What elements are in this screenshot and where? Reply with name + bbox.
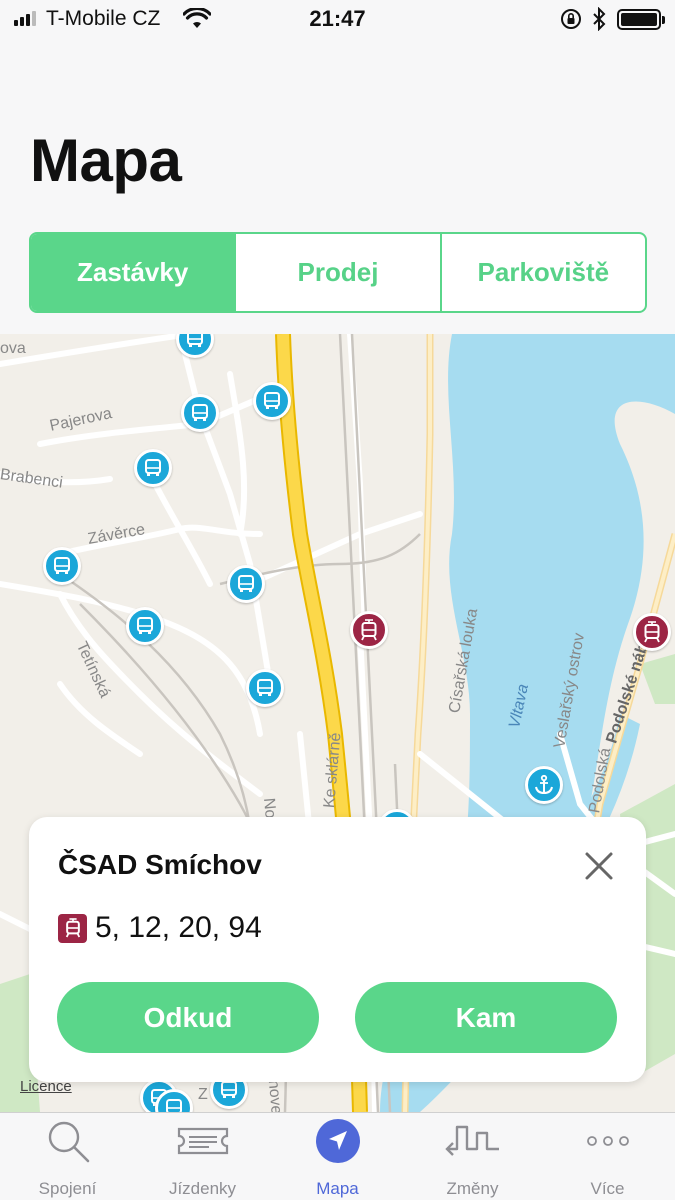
ticket-icon: [175, 1113, 231, 1169]
bus-icon: [238, 575, 254, 592]
tram-stop-marker[interactable]: [633, 613, 671, 651]
tab-bar: Spojení Jízdenky Mapa Změny Více: [0, 1112, 675, 1200]
map-label: ova: [0, 340, 26, 357]
bus-icon: [137, 617, 153, 634]
tab-connections[interactable]: Spojení: [0, 1113, 135, 1200]
tab-more[interactable]: Více: [540, 1113, 675, 1200]
tab-map[interactable]: Mapa: [270, 1113, 405, 1200]
bluetooth-icon: [592, 6, 606, 36]
tram-icon: [361, 619, 377, 641]
tab-label: Mapa: [316, 1179, 359, 1198]
bus-stop-marker[interactable]: [126, 607, 164, 645]
page-title: Mapa: [30, 127, 182, 194]
segment-parking[interactable]: Parkoviště: [439, 234, 645, 311]
stop-lines: 5, 12, 20, 94: [58, 911, 262, 945]
search-icon: [44, 1113, 92, 1169]
bus-icon: [166, 1099, 182, 1112]
ferry-stop-marker[interactable]: [525, 766, 563, 804]
bus-stop-marker[interactable]: [43, 547, 81, 585]
stop-name: ČSAD Smíchov: [58, 849, 262, 880]
tram-icon: [644, 621, 660, 643]
tab-changes[interactable]: Změny: [405, 1113, 540, 1200]
tab-tickets[interactable]: Jízdenky: [135, 1113, 270, 1200]
close-icon[interactable]: [582, 849, 616, 883]
tab-label: Jízdenky: [168, 1179, 237, 1198]
tab-label: Více: [590, 1179, 625, 1198]
battery-icon: [617, 9, 665, 30]
bus-icon: [145, 459, 161, 476]
line-numbers: 5, 12, 20, 94: [95, 911, 262, 944]
category-segmented-control: Zastávky Prodej Parkoviště: [29, 232, 647, 313]
rotation-lock-icon: [560, 8, 582, 35]
more-icon: [586, 1113, 630, 1169]
bus-stop-marker[interactable]: [253, 382, 291, 420]
stop-detail-card: ČSAD Smíchov 5, 12, 20, 94 Odkud Kam: [29, 817, 646, 1082]
bus-stop-marker[interactable]: [246, 669, 284, 707]
tab-label: Spojení: [38, 1179, 97, 1198]
from-button[interactable]: Odkud: [57, 982, 319, 1053]
bus-stop-marker[interactable]: [134, 449, 172, 487]
map-label: Z: [198, 1086, 208, 1103]
tram-icon: [58, 913, 87, 943]
tram-stop-marker[interactable]: [350, 611, 388, 649]
to-button[interactable]: Kam: [355, 982, 617, 1053]
status-bar: T-Mobile CZ 21:47: [0, 0, 675, 40]
segment-sales[interactable]: Prodej: [234, 234, 439, 311]
bus-stop-marker[interactable]: [227, 565, 265, 603]
bus-stop-marker[interactable]: [181, 394, 219, 432]
changes-icon: [443, 1113, 503, 1169]
bus-icon: [221, 1081, 237, 1098]
anchor-icon: [535, 774, 553, 795]
location-arrow-icon: [314, 1113, 362, 1169]
bus-icon: [54, 557, 70, 574]
bus-icon: [264, 392, 280, 409]
bus-icon: [192, 404, 208, 421]
bus-icon: [187, 334, 203, 347]
segment-stops[interactable]: Zastávky: [31, 234, 235, 311]
bus-icon: [257, 679, 273, 696]
tab-label: Změny: [446, 1179, 499, 1198]
